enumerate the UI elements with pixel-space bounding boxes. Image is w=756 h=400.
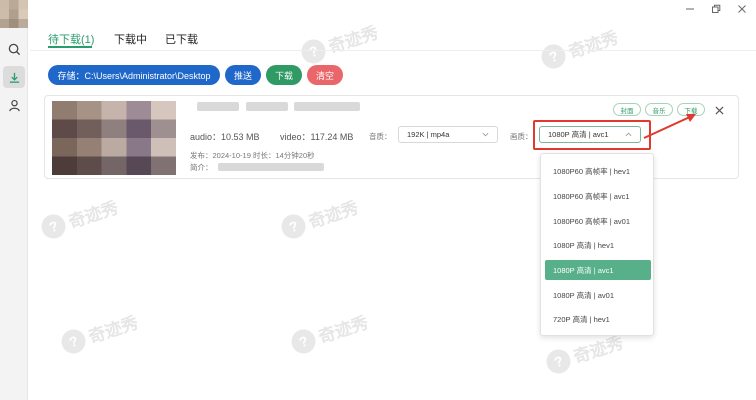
quality-option[interactable]: 1080P 高清 | hev1: [545, 235, 651, 255]
audio-size: audio：10.53 MB: [190, 132, 260, 142]
watermark: ?奇迹秀: [298, 18, 381, 67]
sidebar: [0, 0, 28, 400]
watermark-logo-icon: ?: [58, 325, 89, 357]
watermark-logo-icon: ?: [38, 210, 69, 242]
tab-downloaded[interactable]: 已下载: [165, 31, 198, 47]
video-title-blurred: [294, 102, 360, 111]
avatar[interactable]: [0, 0, 28, 28]
tabs-divider: [30, 50, 756, 51]
watermark-logo-icon: ?: [278, 210, 309, 242]
restore-icon: [712, 4, 721, 13]
video-title-blurred: [246, 102, 288, 111]
watermark: ?奇迹秀: [538, 23, 621, 72]
search-button[interactable]: [3, 38, 25, 60]
search-icon: [8, 43, 20, 55]
user-button[interactable]: [3, 94, 25, 116]
intro-label: 简介：: [190, 163, 213, 172]
quality-option[interactable]: 720P 高清 | hev1: [545, 309, 651, 329]
publish-info: 发布：2024-10-19 时长：14分钟20秒: [190, 151, 315, 160]
download-icon: [9, 72, 19, 83]
close-icon: [738, 5, 746, 13]
quality-option-selected[interactable]: 1080P 高清 | avc1: [545, 260, 651, 280]
minimize-button[interactable]: [683, 2, 697, 16]
watermark: ?奇迹秀: [278, 193, 361, 242]
video-size: video：117.24 MB: [280, 132, 354, 142]
window-close-button[interactable]: [735, 2, 749, 16]
watermark: ?奇迹秀: [58, 308, 141, 357]
video-title-blurred: [197, 102, 239, 111]
clear-button[interactable]: 清空: [307, 65, 343, 85]
tab-underline: [48, 46, 92, 48]
quality-option[interactable]: 1080P60 高帧率 | hev1: [545, 161, 651, 181]
tab-downloading[interactable]: 下载中: [114, 31, 147, 47]
restore-button[interactable]: [709, 2, 723, 16]
tab-pending[interactable]: 待下载(1): [48, 31, 94, 47]
annotation-arrow: [643, 114, 696, 139]
watermark: ?奇迹秀: [38, 193, 121, 242]
quality-option[interactable]: 1080P 高清 | av01: [545, 285, 651, 305]
remove-item-button[interactable]: [713, 104, 725, 116]
watermark-logo-icon: ?: [538, 40, 569, 72]
video-quality-label: 画质：: [510, 132, 533, 141]
intro-blurred: [218, 163, 324, 171]
close-icon: [714, 105, 724, 115]
video-quality-dropdown: 1080P60 高帧率 | hev1 1080P60 高帧率 | avc1 10…: [540, 153, 654, 336]
highlight-box: [533, 120, 651, 150]
audio-quality-label: 音质：: [369, 132, 392, 141]
quality-option[interactable]: 1080P60 高帧率 | avc1: [545, 186, 651, 206]
push-button[interactable]: 推送: [225, 65, 261, 85]
watermark: ?奇迹秀: [288, 308, 371, 357]
minimize-icon: [686, 8, 694, 10]
watermark-logo-icon: ?: [288, 325, 319, 357]
video-thumbnail: [52, 101, 176, 175]
download-nav-button[interactable]: [3, 66, 25, 88]
audio-quality-value: 192K | mp4a: [407, 130, 450, 139]
user-icon: [8, 99, 20, 111]
save-path-button[interactable]: 存储：C:\Users\Administrator\Desktop: [48, 65, 220, 85]
chevron-down-icon: [482, 132, 489, 137]
download-all-button[interactable]: 下载: [266, 65, 302, 85]
audio-quality-select[interactable]: 192K | mp4a: [398, 126, 498, 143]
quality-option[interactable]: 1080P60 高帧率 | av01: [545, 211, 651, 231]
watermark-logo-icon: ?: [543, 345, 574, 377]
cover-button[interactable]: 封面: [613, 103, 641, 116]
